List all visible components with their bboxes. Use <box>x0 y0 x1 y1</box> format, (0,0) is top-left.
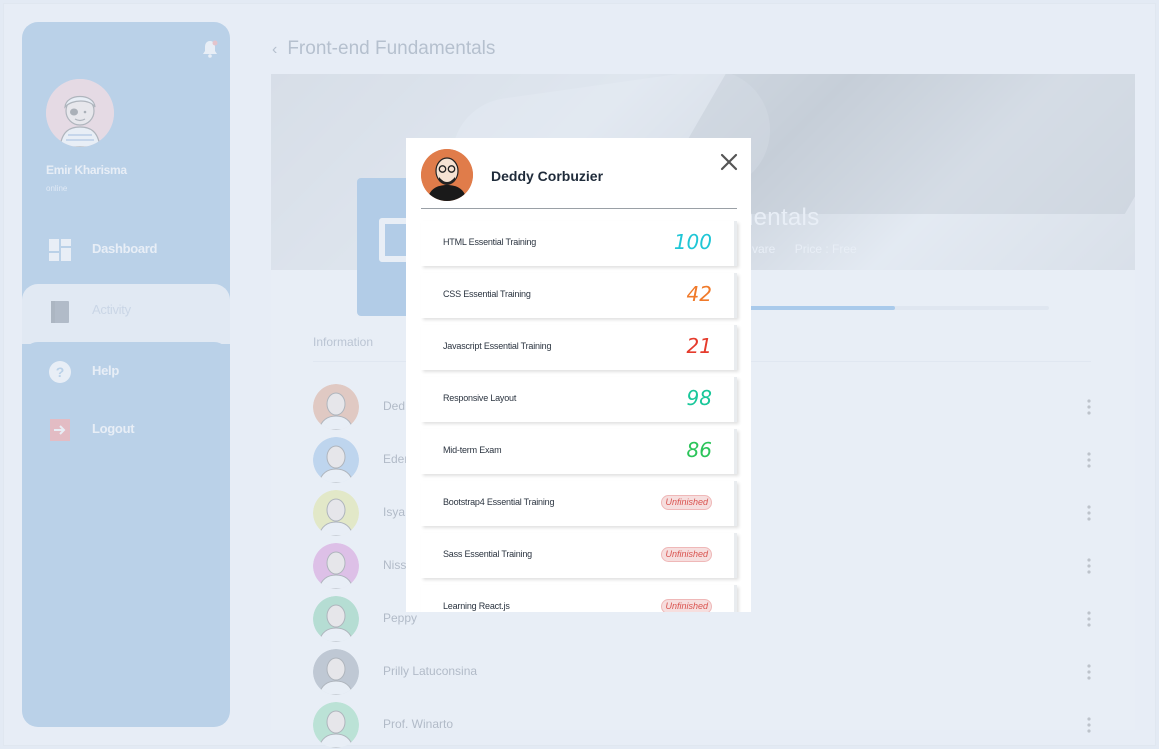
avatar <box>313 490 359 536</box>
more-options-icon[interactable] <box>1083 609 1095 629</box>
score-value: 86 <box>686 438 712 462</box>
sidebar-item-logout[interactable]: Logout <box>22 400 230 458</box>
more-options-icon[interactable] <box>1083 503 1095 523</box>
score-row: Responsive Layout 98 <box>421 377 737 422</box>
course-module-name: CSS Essential Training <box>443 289 531 299</box>
score-value: 42 <box>686 282 712 306</box>
page-title: Front-end Fundamentals <box>287 38 496 59</box>
avatar <box>313 596 359 642</box>
course-module-name: Javascript Essential Training <box>443 341 552 351</box>
course-module-name: Responsive Layout <box>443 393 517 403</box>
status-badge: Unfinished <box>661 547 712 562</box>
avatar <box>313 649 359 695</box>
course-progress-fill <box>740 306 895 310</box>
course-module-name: Sass Essential Training <box>443 549 532 559</box>
more-options-icon[interactable] <box>1083 556 1095 576</box>
course-category: vare <box>752 242 776 256</box>
student-name: Isya <box>383 505 406 519</box>
divider <box>421 208 737 209</box>
sidebar-item-label: Dashboard <box>92 241 158 256</box>
more-options-icon[interactable] <box>1083 715 1095 735</box>
avatar <box>313 702 359 748</box>
score-row: Mid-term Exam 86 <box>421 429 737 474</box>
score-modal: Deddy Corbuzier HTML Essential Training 1… <box>406 138 751 612</box>
modal-student-name: Deddy Corbuzier <box>491 168 604 184</box>
more-options-icon[interactable] <box>1083 662 1095 682</box>
sidebar-item-activity[interactable]: Activity <box>22 284 230 344</box>
sidebar-item-label: Help <box>92 363 119 378</box>
chevron-left-icon[interactable]: ‹ <box>272 41 277 58</box>
sidebar-item-label: Activity <box>92 302 131 317</box>
student-name: Prilly Latuconsina <box>383 664 478 678</box>
user-name: Emir Kharisma <box>46 163 127 177</box>
more-options-icon[interactable] <box>1083 397 1095 417</box>
logout-icon <box>50 419 70 441</box>
course-module-name: Bootstrap4 Essential Training <box>443 497 555 507</box>
avatar <box>313 543 359 589</box>
sidebar-item-dashboard[interactable]: Dashboard <box>22 220 230 278</box>
help-icon: ? <box>49 361 71 383</box>
score-row: HTML Essential Training 100 <box>421 221 737 266</box>
modal-avatar <box>421 149 473 201</box>
course-price: Price : Free <box>794 242 857 256</box>
course-meta: vare Price : Free <box>752 242 873 256</box>
breadcrumb: ‹ Front-end Fundamentals <box>272 38 495 60</box>
score-value: 98 <box>686 386 712 410</box>
user-status: online <box>46 184 68 193</box>
student-name: Peppy <box>383 611 418 625</box>
course-title: nentals <box>740 204 820 231</box>
sidebar-item-help[interactable]: ? Help <box>22 342 230 400</box>
course-progress <box>740 306 1049 310</box>
tab-information[interactable]: Information <box>313 335 373 349</box>
student-name: Prof. Winarto <box>383 717 454 731</box>
svg-text:?: ? <box>56 364 65 380</box>
table-row[interactable]: Prilly Latuconsina <box>313 649 1103 695</box>
more-options-icon[interactable] <box>1083 450 1095 470</box>
score-value: 21 <box>686 334 712 358</box>
sidebar: Emir Kharisma online Dashboard Activity … <box>22 22 230 727</box>
student-name: Niss <box>383 558 407 572</box>
score-row: CSS Essential Training 42 <box>421 273 737 318</box>
student-name: Ded <box>383 399 406 413</box>
score-row: Bootstrap4 Essential Training Unfinished <box>421 481 737 526</box>
course-module-name: HTML Essential Training <box>443 237 537 247</box>
status-badge: Unfinished <box>661 495 712 510</box>
table-row[interactable]: Prof. Winarto <box>313 702 1103 748</box>
student-name: Eder <box>383 452 409 466</box>
sidebar-item-label: Logout <box>92 421 135 436</box>
course-module-name: Learning React.js <box>443 601 510 611</box>
avatar <box>313 437 359 483</box>
status-badge: Unfinished <box>661 599 712 612</box>
score-value: 100 <box>673 230 712 254</box>
course-module-name: Mid-term Exam <box>443 445 502 455</box>
score-row: Sass Essential Training Unfinished <box>421 533 737 578</box>
close-icon[interactable] <box>718 151 740 173</box>
score-row: Javascript Essential Training 21 <box>421 325 737 370</box>
bell-icon[interactable] <box>202 40 218 58</box>
avatar <box>313 384 359 430</box>
score-row: Learning React.js Unfinished <box>421 585 737 612</box>
dashboard-icon <box>49 239 71 261</box>
user-avatar[interactable] <box>46 79 114 147</box>
book-icon <box>51 301 69 323</box>
